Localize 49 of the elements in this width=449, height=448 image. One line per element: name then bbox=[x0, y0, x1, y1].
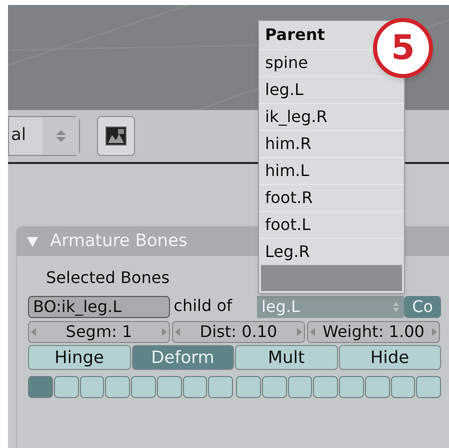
menu-title: Parent bbox=[264, 24, 326, 46]
decrement-icon[interactable] bbox=[175, 328, 180, 336]
layer-button[interactable] bbox=[416, 376, 441, 398]
menu-item[interactable]: him.R bbox=[265, 133, 312, 155]
layer-button[interactable] bbox=[288, 376, 312, 398]
layer-button[interactable] bbox=[339, 376, 364, 398]
image-icon bbox=[105, 126, 127, 146]
toggle-button[interactable]: Hinge bbox=[28, 345, 130, 370]
toggle-button[interactable]: Deform bbox=[132, 345, 234, 370]
layer-button[interactable] bbox=[80, 376, 104, 398]
increment-icon[interactable] bbox=[432, 328, 437, 336]
layer-button[interactable] bbox=[156, 376, 182, 398]
section-label: Selected Bones bbox=[46, 268, 170, 288]
layer-button[interactable] bbox=[313, 376, 338, 398]
menu-item[interactable]: ik_leg.R bbox=[265, 106, 328, 128]
number-field[interactable]: Segm: 1 bbox=[28, 321, 170, 343]
number-field[interactable]: Dist: 0.10 bbox=[172, 321, 305, 343]
layer-button[interactable] bbox=[28, 376, 53, 398]
toggle-button[interactable]: Mult bbox=[235, 345, 338, 370]
increment-icon[interactable] bbox=[296, 328, 302, 336]
decrement-icon[interactable] bbox=[310, 328, 315, 336]
menu-item[interactable]: him.L bbox=[265, 160, 310, 182]
updown-icon bbox=[43, 117, 79, 155]
increment-icon[interactable] bbox=[162, 328, 167, 336]
layer-button[interactable] bbox=[262, 376, 286, 398]
layer-button[interactable] bbox=[390, 376, 416, 398]
decrement-icon[interactable] bbox=[31, 328, 36, 336]
menu-item[interactable]: leg.L bbox=[265, 79, 304, 101]
layer-button[interactable] bbox=[105, 376, 130, 398]
layer-button[interactable] bbox=[208, 376, 233, 398]
layer-button[interactable] bbox=[131, 376, 156, 398]
number-value: Dist: 0.10 bbox=[200, 322, 278, 342]
expand-arrow-icon bbox=[27, 236, 38, 246]
menu-item[interactable]: spine bbox=[265, 52, 308, 74]
layer-button[interactable] bbox=[182, 376, 208, 398]
updown-icon bbox=[392, 301, 400, 313]
bone-name-field[interactable]: BO:ik_leg.L bbox=[28, 296, 170, 318]
child-of-label: child of bbox=[172, 296, 234, 317]
layer-button[interactable] bbox=[364, 376, 390, 398]
connect-button[interactable]: Co bbox=[404, 296, 441, 318]
number-value: Weight: 1.00 bbox=[322, 322, 424, 342]
mode-dropdown[interactable]: al bbox=[8, 116, 80, 156]
layer-button[interactable] bbox=[236, 376, 261, 398]
menu-item[interactable]: foot.R bbox=[265, 187, 313, 209]
toggle-button[interactable]: Hide bbox=[338, 345, 441, 370]
layer-button[interactable] bbox=[54, 376, 78, 398]
number-field[interactable]: Weight: 1.00 bbox=[307, 321, 440, 343]
image-button[interactable] bbox=[97, 116, 135, 156]
number-value: Segm: 1 bbox=[66, 322, 132, 342]
